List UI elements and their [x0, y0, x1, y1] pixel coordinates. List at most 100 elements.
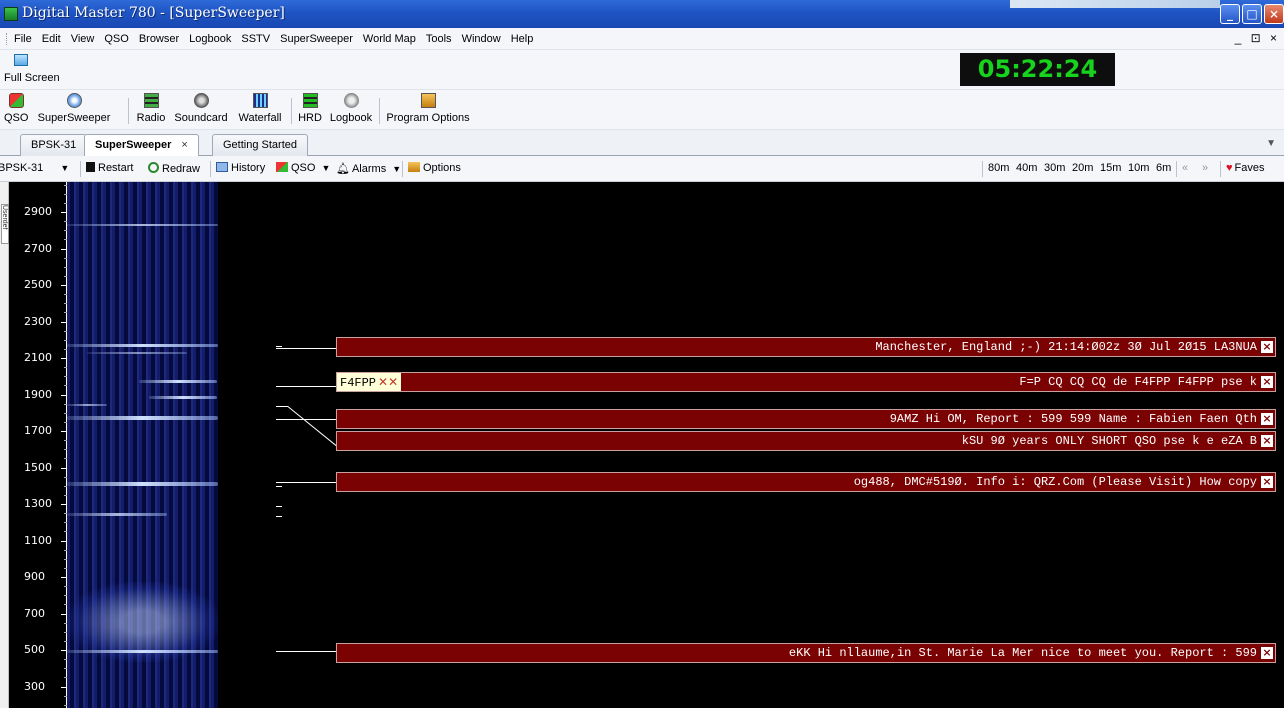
mdi-controls[interactable]: _ ⊡ ×: [1235, 31, 1280, 45]
menu-supersweeper[interactable]: SuperSweeper: [280, 33, 353, 45]
decoded-message[interactable]: Manchester, England ;-) 21:14:Ø02z 3Ø Ju…: [336, 337, 1276, 357]
qso-icon: [8, 93, 24, 108]
main-toolbar: QSO SuperSweeper Radio Soundcard Waterfa…: [0, 90, 1284, 130]
full-screen-button[interactable]: Full Screen: [4, 53, 60, 87]
history-button[interactable]: History: [216, 162, 265, 174]
close-icon[interactable]: ×: [1261, 435, 1273, 447]
qso-label: QSO: [291, 162, 316, 174]
window-title: Digital Master 780 - [SuperSweeper]: [22, 5, 285, 21]
menu-qso[interactable]: QSO: [104, 33, 128, 45]
tab-close-icon[interactable]: ×: [181, 139, 187, 151]
options-button[interactable]: Options: [408, 162, 461, 174]
mode-select[interactable]: BPSK-31 ▼: [0, 162, 69, 174]
menu-help[interactable]: Help: [511, 33, 534, 45]
band-80m[interactable]: 80m: [988, 162, 1009, 174]
program-options-icon: [420, 93, 436, 108]
hrd-label: HRD: [298, 112, 322, 124]
message-text: Manchester, England ;-) 21:14:Ø02z 3Ø Ju…: [875, 340, 1257, 354]
redraw-button[interactable]: Redraw: [148, 162, 200, 175]
full-screen-icon: [14, 54, 28, 66]
chevron-down-icon: ▼: [321, 163, 331, 173]
alarms-dropdown[interactable]: 🔔︎ Alarms ▼: [336, 162, 401, 175]
callsign-badge[interactable]: F4FPP ✕✕: [337, 373, 402, 391]
faves-button[interactable]: ♥ Faves: [1226, 162, 1265, 174]
side-panel-handle[interactable]: Userdef: [0, 182, 9, 708]
frequency-scale: 2900 2700 2500 2300 2100 1900 1700 1500 1300 1100…: [9, 182, 67, 708]
frequency-label: 500: [24, 643, 45, 656]
restore-button[interactable]: □: [1242, 4, 1262, 24]
restart-label: Restart: [98, 162, 134, 174]
band-20m[interactable]: 20m: [1072, 162, 1093, 174]
tab-label: Getting Started: [223, 139, 297, 151]
tab-label: SuperSweeper: [95, 139, 172, 151]
soundcard-button[interactable]: Soundcard: [172, 92, 230, 128]
decoded-message[interactable]: 9AMZ Hi OM, Report : 599 599 Name : Fabi…: [336, 409, 1276, 429]
logbook-label: Logbook: [329, 112, 373, 124]
band-10m[interactable]: 10m: [1128, 162, 1149, 174]
hrd-icon: [302, 93, 318, 108]
prev-band-button[interactable]: «: [1182, 162, 1188, 174]
radio-label: Radio: [136, 112, 166, 124]
decoded-message[interactable]: og488, DMC#519Ø. Info i: QRZ.Com (Please…: [336, 472, 1276, 492]
waterfall-display[interactable]: [67, 182, 218, 708]
program-options-button[interactable]: Program Options: [386, 92, 470, 128]
tab-supersweeper[interactable]: SuperSweeper ×: [84, 134, 199, 157]
decoded-message[interactable]: kSU 9Ø years ONLY SHORT QSO pse k e eZA …: [336, 431, 1276, 451]
qso-button[interactable]: QSO: [4, 92, 28, 128]
tab-list-dropdown-icon[interactable]: ▼: [1266, 138, 1276, 149]
tab-getting-started[interactable]: Getting Started: [212, 134, 308, 156]
decoded-message[interactable]: eKK Hi nllaume,in St. Marie La Mer nice …: [336, 643, 1276, 663]
side-panel-tab[interactable]: Userdef: [1, 204, 9, 244]
menu-browser[interactable]: Browser: [139, 33, 179, 45]
close-icon[interactable]: ×: [1261, 376, 1273, 388]
menu-world-map[interactable]: World Map: [363, 33, 416, 45]
radio-icon: [143, 93, 159, 108]
menu-view[interactable]: View: [71, 33, 95, 45]
message-text: og488, DMC#519Ø. Info i: QRZ.Com (Please…: [853, 475, 1257, 489]
supersweeper-button[interactable]: SuperSweeper: [34, 92, 114, 128]
frequency-label: 1900: [24, 387, 52, 401]
tab-label: BPSK-31: [31, 139, 77, 151]
program-options-label: Program Options: [386, 112, 470, 124]
app-icon: [4, 7, 18, 21]
band-15m[interactable]: 15m: [1100, 162, 1121, 174]
faves-label: Faves: [1234, 162, 1265, 174]
radio-button[interactable]: Radio: [136, 92, 166, 128]
bell-icon: 🔔︎: [336, 163, 350, 175]
frequency-label: 2100: [24, 351, 52, 364]
heart-icon: ♥: [1226, 162, 1233, 174]
close-icon[interactable]: ×: [1261, 413, 1273, 425]
waterfall-button[interactable]: Waterfall: [236, 92, 284, 128]
next-band-button[interactable]: »: [1202, 162, 1208, 174]
redraw-icon: [148, 162, 159, 173]
supersweeper-label: SuperSweeper: [37, 112, 111, 124]
supersweeper-display[interactable]: 2900 2700 2500 2300 2100 1900 1700 1500 1300 1100…: [9, 182, 1284, 708]
close-icon[interactable]: ×: [1261, 341, 1273, 353]
hrd-button[interactable]: HRD: [297, 92, 323, 128]
menu-edit[interactable]: Edit: [42, 33, 61, 45]
band-6m[interactable]: 6m: [1156, 162, 1171, 174]
document-tabs: BPSK-31 SuperSweeper × Getting Started ▼: [0, 130, 1284, 157]
clock-display: 05:22:24: [960, 53, 1115, 86]
menu-file[interactable]: File: [14, 33, 32, 45]
close-button[interactable]: ×: [1264, 4, 1284, 24]
logbook-button[interactable]: Logbook: [329, 92, 373, 128]
restart-button[interactable]: Restart: [86, 162, 133, 174]
close-icon[interactable]: ×: [1261, 647, 1273, 659]
band-30m[interactable]: 30m: [1044, 162, 1065, 174]
tab-bpsk-31[interactable]: BPSK-31: [20, 134, 88, 156]
menu-tools[interactable]: Tools: [426, 33, 452, 45]
menu-logbook[interactable]: Logbook: [189, 33, 231, 45]
frequency-label: 2300: [24, 314, 52, 328]
soundcard-label: Soundcard: [174, 112, 228, 124]
menu-window[interactable]: Window: [462, 33, 501, 45]
options-icon: [408, 162, 420, 172]
menu-sstv[interactable]: SSTV: [241, 33, 270, 45]
full-screen-label: Full Screen: [4, 72, 60, 84]
qso-dropdown[interactable]: QSO ▼: [276, 162, 330, 174]
close-icon[interactable]: ×: [1261, 476, 1273, 488]
minimize-button[interactable]: _: [1220, 4, 1240, 24]
close-icon[interactable]: ✕✕: [378, 375, 398, 389]
decoded-message[interactable]: F4FPP ✕✕ F=P CQ CQ CQ de F4FPP F4FPP pse …: [336, 372, 1276, 392]
band-40m[interactable]: 40m: [1016, 162, 1037, 174]
